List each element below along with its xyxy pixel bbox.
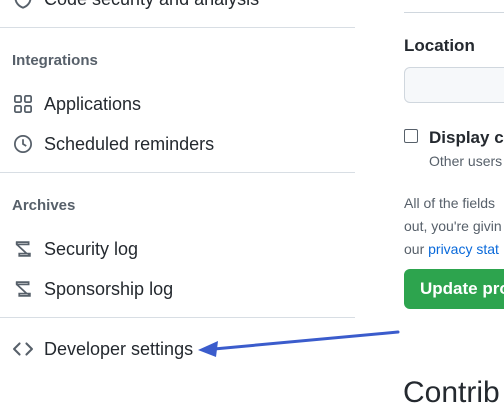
sidebar-item-label: Sponsorship log <box>44 278 174 299</box>
location-label: Location <box>404 36 475 55</box>
sidebar-item-security-log[interactable]: Security log <box>0 229 355 269</box>
sidebar-item-label: Scheduled reminders <box>44 133 215 154</box>
profile-note-line: our privacy stat <box>404 241 499 257</box>
settings-sidebar: Code security and analysis Integrations … <box>0 0 355 411</box>
sidebar-item-sponsorship-log[interactable]: Sponsorship log <box>0 269 355 309</box>
profile-note-line: out, you're givin <box>404 218 502 234</box>
section-divider <box>404 12 504 13</box>
location-input[interactable] <box>404 67 504 103</box>
sidebar-item-applications[interactable]: Applications <box>0 84 355 124</box>
code-icon <box>12 338 34 360</box>
sidebar-item-label: Developer settings <box>44 338 194 359</box>
section-title-integrations: Integrations <box>12 52 98 69</box>
sidebar-divider <box>0 172 355 173</box>
clock-icon <box>12 133 34 155</box>
sidebar-item-label: Security log <box>44 238 139 259</box>
display-checkbox[interactable] <box>404 129 418 143</box>
sidebar-item-scheduled-reminders[interactable]: Scheduled reminders <box>0 124 355 164</box>
shield-lock-icon <box>12 0 34 10</box>
log-icon <box>12 238 34 260</box>
profile-note-line: All of the fields <box>404 195 496 211</box>
sidebar-item-label: Code security and analysis <box>44 0 259 10</box>
privacy-statement-link[interactable]: privacy stat <box>428 241 499 257</box>
section-title-archives: Archives <box>12 197 76 214</box>
display-checkbox-label: Display cu <box>429 128 504 147</box>
sidebar-item-developer-settings[interactable]: Developer settings <box>0 329 355 369</box>
contributions-heading: Contrib <box>403 376 500 409</box>
update-profile-button[interactable]: Update pro <box>404 269 504 309</box>
log-icon <box>12 278 34 300</box>
apps-icon <box>12 93 34 115</box>
sidebar-divider <box>0 317 355 318</box>
sidebar-divider <box>0 27 355 28</box>
profile-note-prefix: our <box>404 241 429 257</box>
sidebar-item-label: Applications <box>44 93 142 114</box>
display-checkbox-help: Other users <box>429 153 503 169</box>
